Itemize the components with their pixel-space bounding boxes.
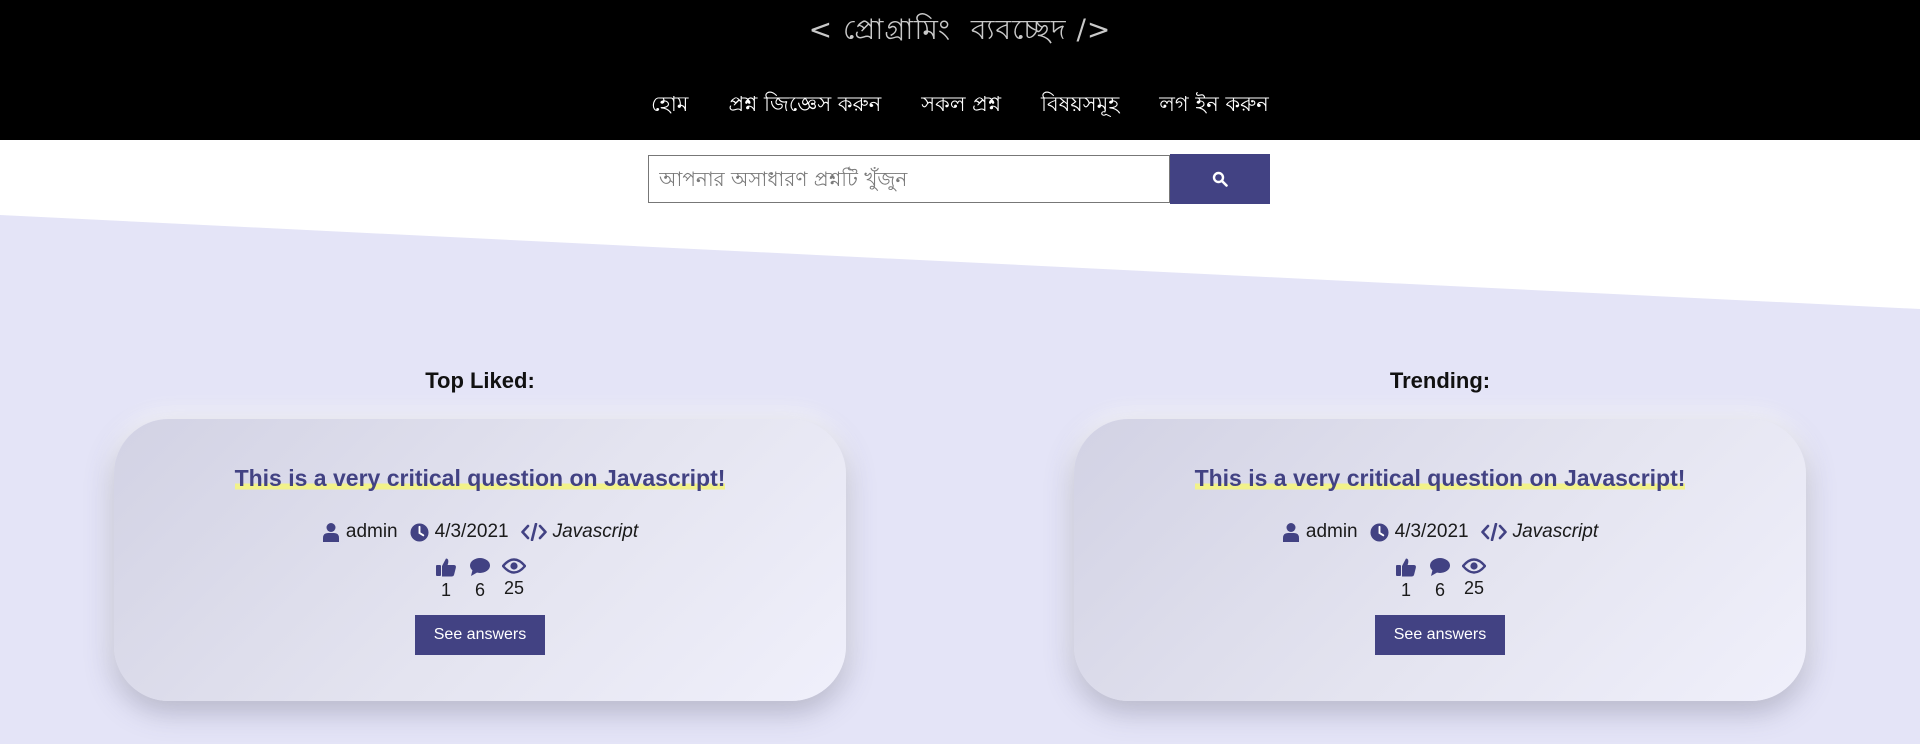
see-answers-button[interactable]: See answers <box>1374 615 1506 655</box>
nav-item-all-questions[interactable]: সকল প্রশ্ন <box>921 88 1001 128</box>
code-icon <box>520 523 547 541</box>
views-count: 25 <box>1463 578 1485 598</box>
site-brand[interactable]: < প্রোগ্রামিং ব্যবচ্ছেদ /> <box>0 8 1920 55</box>
eye-icon <box>502 558 526 574</box>
likes-count: 1 <box>440 580 451 600</box>
question-card: This is a very critical question on Java… <box>1074 419 1806 701</box>
nav-item-login[interactable]: লগ ইন করুন <box>1159 88 1269 128</box>
see-answers-button[interactable]: See answers <box>414 615 546 655</box>
main-nav: হোম প্রশ্ন জিজ্ঞেস করুন সকল প্রশ্ন বিষয়… <box>0 88 1920 128</box>
answers-count: 6 <box>1434 580 1445 600</box>
comment-icon <box>1430 558 1450 576</box>
top-header: < প্রোগ্রামিং ব্যবচ্ছেদ /> হোম প্রশ্ন জি… <box>0 0 1920 140</box>
nav-item-ask-question[interactable]: প্রশ্ন জিজ্ঞেস করুন <box>728 88 881 128</box>
thumbs-up-icon <box>1396 558 1416 577</box>
question-title-link[interactable]: This is a very critical question on Java… <box>234 463 726 493</box>
trending-section: Trending: This is a very critical questi… <box>1074 365 1806 701</box>
nav-item-topics[interactable]: বিষয়সমূহ <box>1041 88 1119 128</box>
nav-item-home[interactable]: হোম <box>651 88 688 128</box>
question-stats: 1 6 25 <box>1074 557 1806 601</box>
question-date: 4/3/2021 <box>434 521 509 542</box>
question-title-link[interactable]: This is a very critical question on Java… <box>1194 463 1686 493</box>
question-meta: admin 4/3/2021 Javascript <box>1074 521 1806 543</box>
author-name[interactable]: admin <box>346 521 398 543</box>
views-count: 25 <box>503 578 525 598</box>
question-card: This is a very critical question on Java… <box>114 419 846 701</box>
search-form <box>648 154 1270 204</box>
author-name[interactable]: admin <box>1306 521 1358 543</box>
section-title: Trending: <box>1389 368 1491 393</box>
clock-icon <box>1370 522 1389 542</box>
topic-link[interactable]: Javascript <box>1513 521 1599 543</box>
comment-icon <box>470 558 490 576</box>
clock-icon <box>410 522 429 542</box>
user-icon <box>1282 523 1299 542</box>
search-icon <box>1212 171 1228 187</box>
top-liked-section: Top Liked: This is a very critical quest… <box>114 365 846 701</box>
user-icon <box>322 523 339 542</box>
topic-link[interactable]: Javascript <box>553 521 639 543</box>
question-date: 4/3/2021 <box>1394 521 1469 542</box>
thumbs-up-icon <box>436 558 456 577</box>
eye-icon <box>1462 558 1486 574</box>
search-input[interactable] <box>648 155 1170 203</box>
answers-count: 6 <box>474 580 485 600</box>
question-stats: 1 6 25 <box>114 557 846 601</box>
question-meta: admin 4/3/2021 Javascript <box>114 521 846 543</box>
code-icon <box>1480 523 1507 541</box>
search-button[interactable] <box>1170 154 1270 204</box>
section-title: Top Liked: <box>425 368 535 393</box>
likes-count: 1 <box>1400 580 1411 600</box>
